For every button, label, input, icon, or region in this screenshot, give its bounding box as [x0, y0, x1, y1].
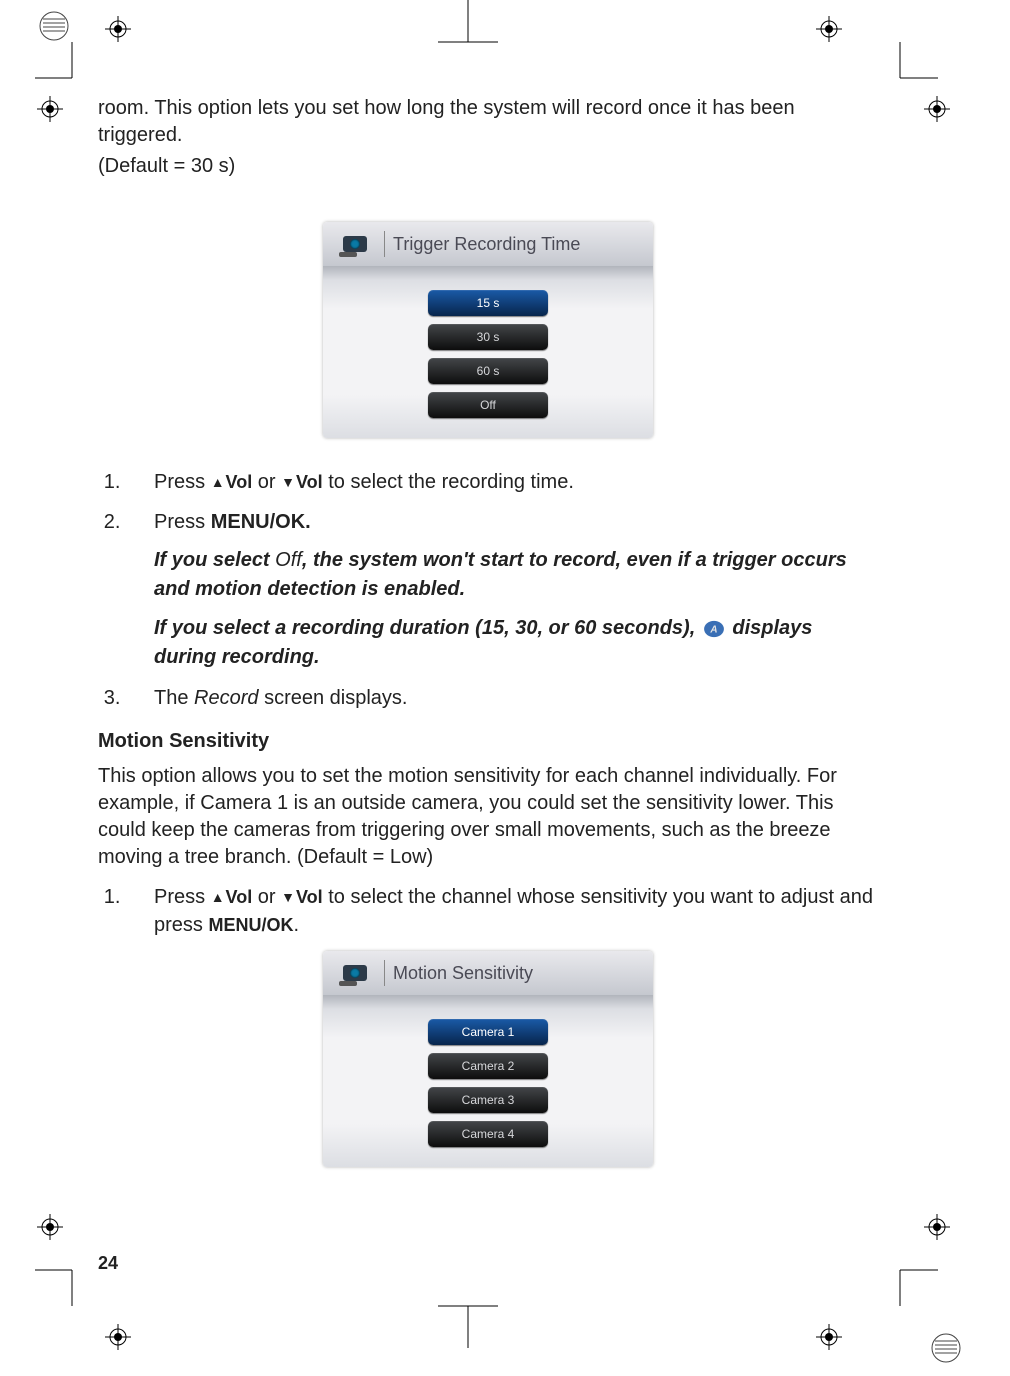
page-number: 24 — [98, 1253, 118, 1274]
svg-text:A: A — [709, 624, 717, 635]
vol-up-key-2: ▲Vol — [211, 885, 253, 910]
screen-body-2: Camera 1 Camera 2 Camera 3 Camera 4 — [323, 995, 653, 1167]
vol-up-key: ▲Vol — [211, 470, 253, 495]
steps-list-2: Press ▲Vol or ▼Vol to select the channel… — [126, 883, 878, 939]
screen-title-1: Trigger Recording Time — [393, 234, 580, 255]
option-15s[interactable]: 15 s — [428, 290, 548, 316]
motion-sensitivity-body: This option allows you to set the motion… — [98, 763, 878, 871]
steps-list-1: Press ▲Vol or ▼Vol to select the recordi… — [126, 468, 878, 712]
option-camera-2[interactable]: Camera 2 — [428, 1053, 548, 1079]
motion-sensitivity-heading: Motion Sensitivity — [98, 730, 878, 753]
option-camera-4[interactable]: Camera 4 — [428, 1121, 548, 1147]
screen-header-2: Motion Sensitivity — [323, 951, 653, 995]
figure-trigger-recording: Trigger Recording Time 15 s 30 s 60 s Of… — [98, 222, 878, 438]
figure-motion-sensitivity: Motion Sensitivity Camera 1 Camera 2 Cam… — [98, 951, 878, 1167]
camera-icon-2 — [331, 958, 379, 988]
option-off[interactable]: Off — [428, 392, 548, 418]
option-camera-1[interactable]: Camera 1 — [428, 1019, 548, 1045]
note-off: If you select Off, the system won't star… — [154, 546, 878, 604]
screen-body-1: 15 s 30 s 60 s Off — [323, 266, 653, 438]
screen-title-2: Motion Sensitivity — [393, 963, 533, 984]
option-30s[interactable]: 30 s — [428, 324, 548, 350]
vol-down-key: ▼Vol — [281, 470, 323, 495]
intro-line-2: (Default = 30 s) — [98, 153, 878, 180]
step-1: Press ▲Vol or ▼Vol to select the recordi… — [126, 468, 878, 496]
camera-icon — [331, 229, 379, 259]
note-duration: If you select a recording duration (15, … — [154, 614, 878, 672]
step-3: The Record screen displays. — [126, 684, 878, 712]
step2-1: Press ▲Vol or ▼Vol to select the channel… — [126, 883, 878, 939]
menu-ok-label: MENU/OK. — [211, 511, 311, 533]
vol-down-key-2: ▼Vol — [281, 885, 323, 910]
recording-a-icon: A — [703, 618, 725, 636]
screen-header-1: Trigger Recording Time — [323, 222, 653, 266]
step-2: Press MENU/OK. If you select Off, the sy… — [126, 508, 878, 672]
page-content: room. This option lets you set how long … — [98, 95, 878, 1167]
option-camera-3[interactable]: Camera 3 — [428, 1087, 548, 1113]
intro-line-1: room. This option lets you set how long … — [98, 95, 878, 149]
menu-ok-label-2: MENU/OK — [208, 915, 293, 935]
option-60s[interactable]: 60 s — [428, 358, 548, 384]
